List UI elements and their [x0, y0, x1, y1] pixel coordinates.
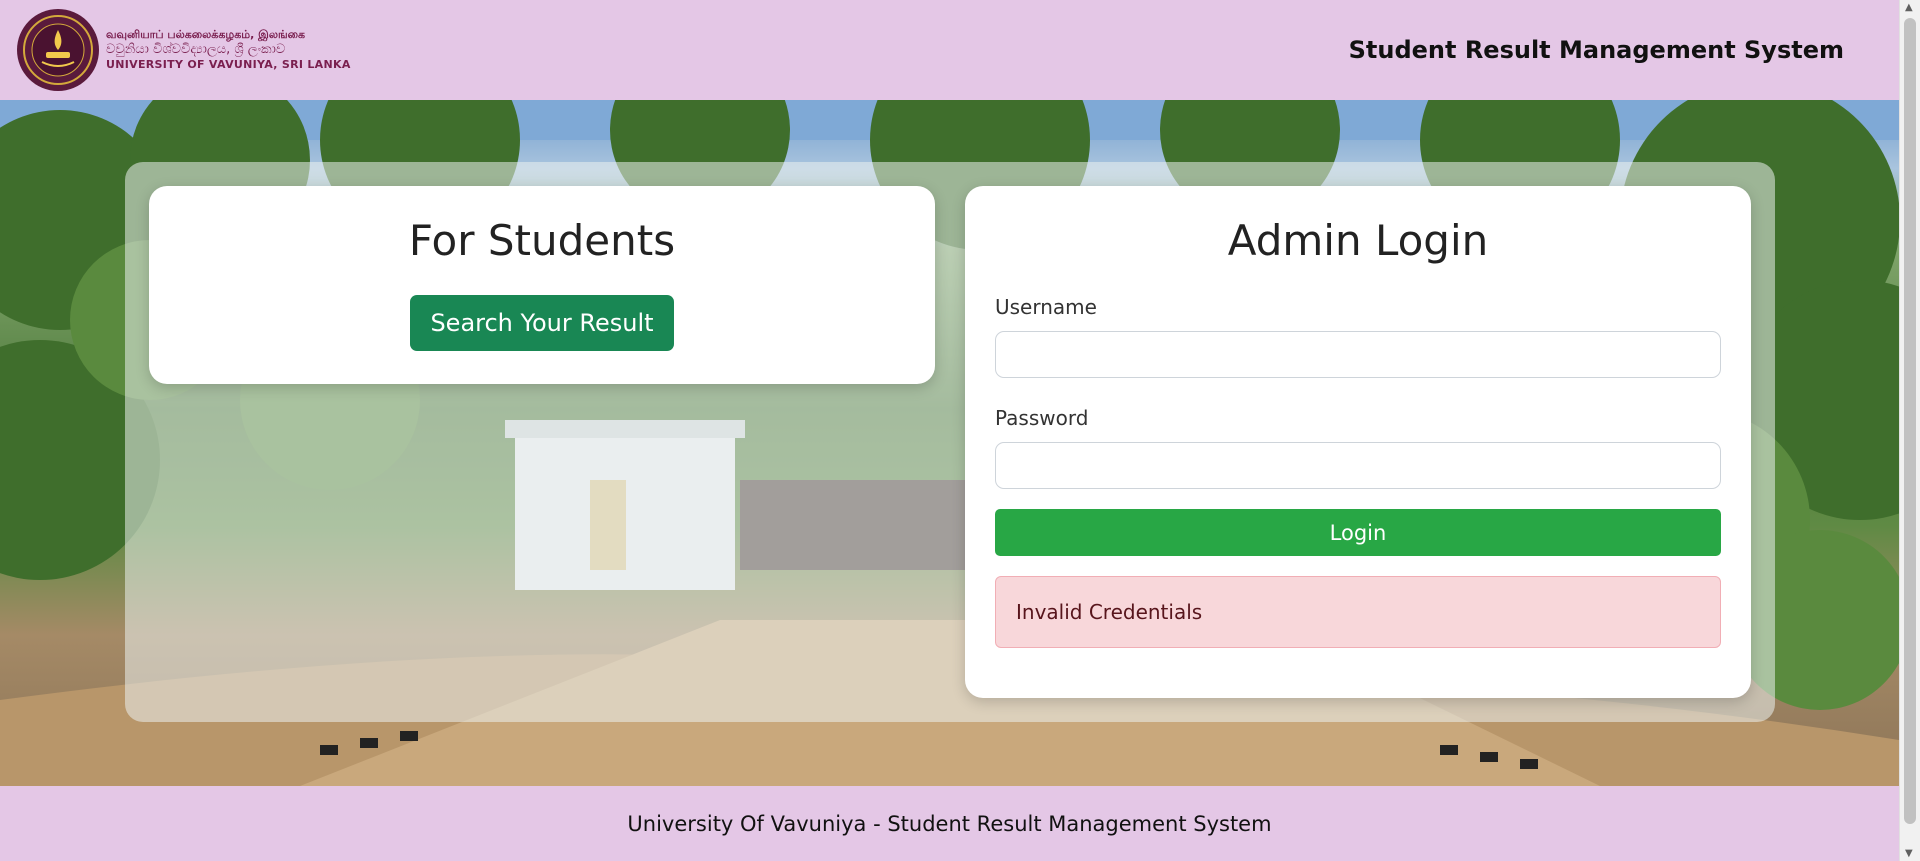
scrollbar-thumb[interactable]	[1904, 18, 1916, 824]
username-label: Username	[995, 295, 1097, 319]
students-card: For Students Search Your Result	[149, 186, 935, 384]
university-seal-icon	[17, 9, 99, 91]
password-label: Password	[995, 406, 1089, 430]
footer-text: University Of Vavuniya - Student Result …	[627, 811, 1272, 836]
login-button[interactable]: Login	[995, 509, 1721, 556]
university-name-english: UNIVERSITY OF VAVUNIYA, SRI LANKA	[106, 58, 351, 72]
admin-login-card: Admin Login Username Password Login Inva…	[965, 186, 1751, 698]
search-result-button[interactable]: Search Your Result	[410, 295, 674, 351]
university-name-block: வவுனியாப் பல்கலைக்கழகம், இலங்கை වවුනියා …	[106, 28, 351, 72]
invalid-credentials-alert: Invalid Credentials	[995, 576, 1721, 648]
university-brand[interactable]: வவுனியாப் பல்கலைக்கழகம், இலங்கை වවුනියා …	[16, 8, 351, 92]
scroll-down-arrow-icon[interactable]: ▼	[1905, 848, 1913, 859]
hero-section: For Students Search Your Result Admin Lo…	[0, 100, 1899, 786]
university-name-sinhala: වවුනියා විශ්වවිද්‍යාලය, ශ්‍රී ලංකාව	[106, 41, 286, 57]
students-heading: For Students	[408, 216, 676, 265]
university-name-tamil: வவுனியாப் பல்கலைக்கழகம், இலங்கை	[106, 28, 306, 42]
admin-login-heading: Admin Login	[1227, 216, 1489, 265]
site-footer: University Of Vavuniya - Student Result …	[0, 786, 1899, 861]
content-panel: For Students Search Your Result Admin Lo…	[125, 162, 1775, 722]
scroll-up-arrow-icon[interactable]: ▲	[1905, 2, 1913, 13]
username-input[interactable]	[995, 331, 1721, 378]
vertical-scrollbar[interactable]: ▲ ▼	[1899, 0, 1920, 861]
password-input[interactable]	[995, 442, 1721, 489]
site-header: வவுனியாப் பல்கலைக்கழகம், இலங்கை වවුනියා …	[0, 0, 1899, 100]
system-title: Student Result Management System	[1348, 36, 1844, 64]
